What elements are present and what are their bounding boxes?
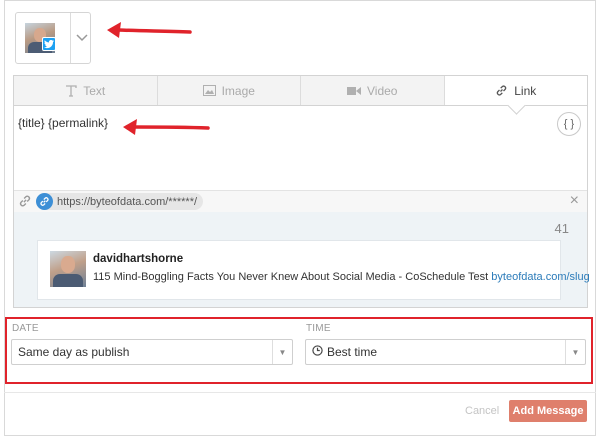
- chevron-down-icon[interactable]: [74, 29, 90, 45]
- preview-avatar: [50, 251, 86, 287]
- tab-video[interactable]: Video: [301, 76, 445, 105]
- character-count: 41: [554, 221, 569, 236]
- add-message-button[interactable]: Add Message: [509, 400, 587, 422]
- link-bar: https://byteofdata.com/******/ ×: [14, 190, 587, 212]
- message-text[interactable]: {title} {permalink}: [18, 116, 108, 130]
- preview-text: 115 Mind-Boggling Facts You Never Knew A…: [93, 271, 590, 283]
- clock-icon: [312, 345, 323, 359]
- link-icon: [18, 194, 32, 211]
- caret-down-icon: ▼: [272, 340, 292, 364]
- preview-link[interactable]: byteofdata.com/slug: [491, 271, 589, 283]
- time-select-value: Best time: [327, 345, 378, 359]
- annotation-arrow: [107, 22, 192, 38]
- tab-link[interactable]: Link: [444, 76, 587, 105]
- composer: Text Image Video Link {title} {permalink…: [13, 75, 590, 308]
- link-icon: [495, 84, 508, 97]
- caret-down-icon: ▼: [565, 340, 585, 364]
- date-select[interactable]: Same day as publish ▼: [11, 339, 293, 365]
- cancel-button[interactable]: Cancel: [465, 405, 499, 417]
- time-select[interactable]: Best time ▼: [305, 339, 586, 365]
- text-icon: [65, 84, 77, 97]
- post-preview-card: davidhartshorne 115 Mind-Boggling Facts …: [37, 240, 590, 300]
- date-label: DATE: [12, 323, 39, 334]
- preview-username: davidhartshorne: [93, 253, 184, 265]
- link-url-pill[interactable]: https://byteofdata.com/******/: [36, 193, 204, 210]
- tab-image[interactable]: Image: [158, 76, 301, 105]
- close-icon[interactable]: ×: [570, 193, 579, 209]
- twitter-icon: [42, 37, 56, 51]
- image-icon: [202, 85, 216, 96]
- link-url: https://byteofdata.com/******/: [57, 195, 198, 208]
- account-selector[interactable]: [15, 12, 91, 64]
- date-select-value: Same day as publish: [18, 345, 130, 359]
- link-badge-icon: [36, 193, 53, 210]
- variables-button[interactable]: { }: [557, 112, 581, 136]
- time-label: TIME: [306, 323, 331, 334]
- tab-text[interactable]: Text: [14, 76, 158, 105]
- post-preview-area: 41 davidhartshorne 115 Mind-Boggling Fac…: [14, 212, 590, 307]
- content-type-tabs: Text Image Video Link: [14, 76, 587, 106]
- video-icon: [347, 86, 361, 96]
- annotation-arrow: [123, 119, 210, 135]
